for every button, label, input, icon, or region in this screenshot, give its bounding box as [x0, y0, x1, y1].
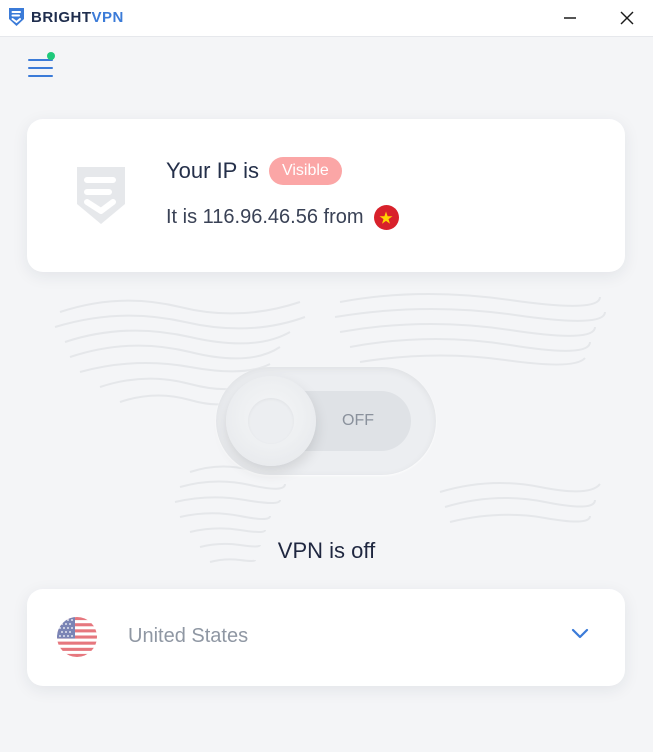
minimize-icon: [564, 17, 576, 19]
us-flag-icon: [57, 617, 97, 657]
ip-status-card: Your IP is Visible It is 116.96.46.56 fr…: [27, 119, 625, 272]
vpn-status-text: VPN is off: [277, 538, 376, 563]
notification-dot: [47, 52, 55, 60]
vpn-toggle-state-label: OFF: [342, 412, 374, 429]
ip-label: Your IP is: [166, 158, 259, 183]
app-brand: BRIGHTVPN: [31, 8, 124, 26]
vietnam-flag-icon: [373, 205, 399, 230]
title-bar: BRIGHTVPN: [0, 0, 653, 37]
selected-country-name: United States: [128, 625, 249, 647]
ip-location-text: It is 116.96.46.56 from: [166, 206, 364, 228]
close-button[interactable]: [615, 6, 639, 30]
menu-button[interactable]: [28, 52, 58, 80]
chevron-down-icon[interactable]: [570, 627, 590, 641]
brightvpn-shield-icon: [9, 8, 24, 26]
ip-visibility-badge: Visible: [268, 157, 342, 185]
vpn-toggle-knob-center: [248, 398, 294, 444]
country-selector[interactable]: United States: [27, 589, 625, 686]
minimize-button[interactable]: [558, 6, 582, 30]
vpn-toggle-knob[interactable]: [226, 376, 316, 466]
close-icon: [620, 11, 634, 25]
app-logo: BRIGHTVPN: [8, 7, 124, 27]
brightvpn-shield-logo-icon: [77, 167, 125, 224]
